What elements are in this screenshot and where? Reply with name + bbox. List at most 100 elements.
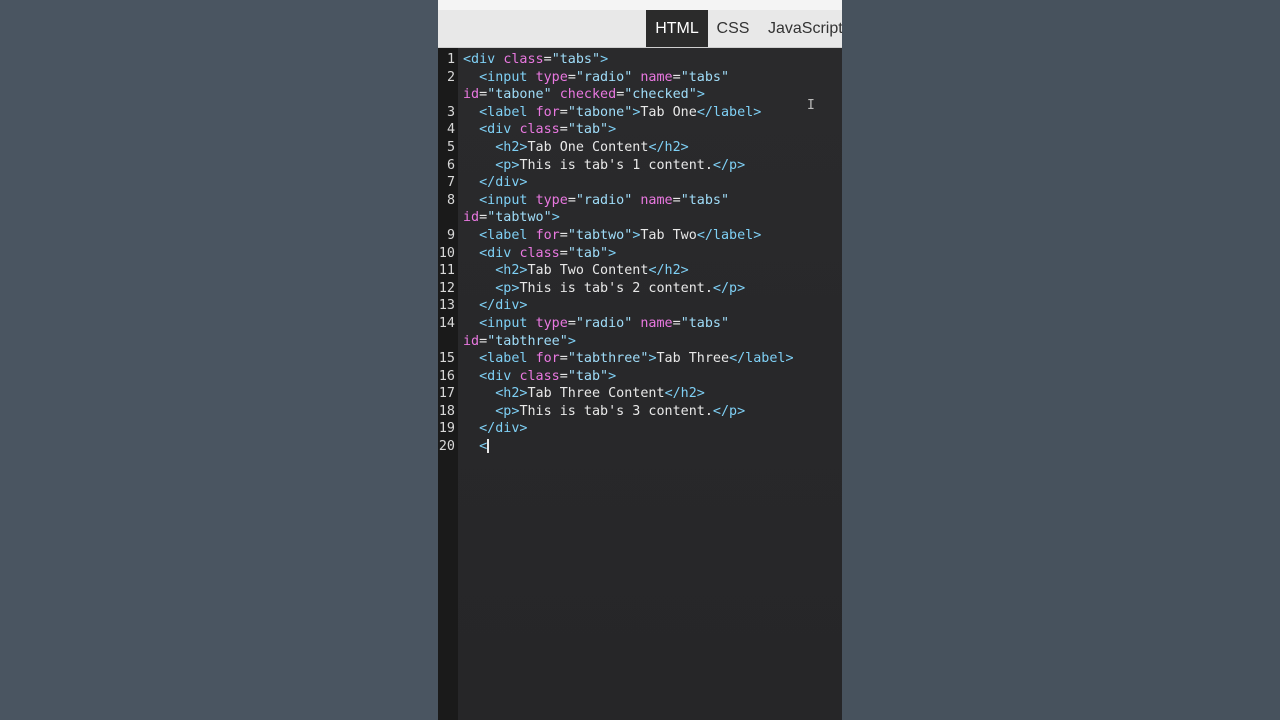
text-caret — [487, 439, 489, 454]
code-line[interactable]: id="tabone" checked="checked"> — [438, 86, 842, 104]
code-token: "tabs" — [680, 315, 730, 331]
code-token: <h2> — [495, 263, 528, 279]
code-token: = — [567, 192, 576, 208]
code-token: = — [479, 87, 488, 103]
code-token: </div> — [479, 175, 528, 191]
code-editor[interactable]: 1 <div class="tabs"> 2 <input type="radio"… — [438, 48, 842, 720]
code-line[interactable]: 3 <label for="tabone">Tab One</label> — [438, 104, 842, 122]
line-number: 3 — [446, 104, 455, 120]
code-token: This is tab's 2 content. — [519, 280, 713, 296]
code-token: <p> — [495, 403, 520, 419]
code-token: for — [535, 227, 560, 243]
code-line[interactable]: 16 <div class="tab"> — [438, 368, 842, 386]
code-line[interactable]: 9 <label for="tabtwo">Tab Two</label> — [438, 227, 842, 245]
code-token: > — [696, 87, 705, 103]
code-token: </p> — [712, 403, 746, 419]
code-line[interactable]: 13 </div> — [438, 297, 842, 315]
line-number: 1 — [446, 52, 455, 67]
code-token: "tab" — [567, 368, 609, 384]
code-text: <p>This is tab's 2 content.</p> — [463, 280, 745, 298]
code-token: = — [672, 69, 681, 85]
code-text: <input type="radio" name="tabs" — [463, 192, 729, 210]
code-token: Tab One — [640, 104, 697, 120]
code-token: name — [640, 69, 673, 85]
code-lines[interactable]: 1 <div class="tabs"> 2 <input type="radio"… — [438, 51, 842, 456]
code-line[interactable]: 7 </div> — [438, 174, 842, 192]
code-line[interactable]: id="tabtwo"> — [438, 209, 842, 227]
tab-css[interactable]: CSS — [708, 10, 758, 47]
code-token: id — [463, 210, 480, 226]
code-token: <label — [479, 104, 536, 120]
line-number: 13 — [438, 298, 455, 314]
code-token: = — [559, 368, 568, 384]
code-line[interactable]: 15 <label for="tabthree">Tab Three</labe… — [438, 350, 842, 368]
code-token: "checked" — [624, 87, 697, 103]
code-line[interactable]: id="tabthree"> — [438, 333, 842, 351]
code-token: </label> — [696, 227, 762, 243]
code-line[interactable]: 12 <p>This is tab's 2 content.</p> — [438, 280, 842, 298]
code-token: <p> — [495, 157, 520, 173]
code-token: "tab" — [567, 245, 609, 261]
tab-html[interactable]: HTML — [646, 10, 708, 47]
code-text: <input type="radio" name="tabs" — [463, 69, 729, 87]
tab-javascript[interactable]: JavaScript — [768, 10, 842, 47]
code-text: < — [463, 438, 489, 456]
code-token: > — [608, 368, 617, 384]
code-token: <div — [479, 368, 520, 384]
code-line[interactable]: 6 <p>This is tab's 1 content.</p> — [438, 157, 842, 175]
code-token: <div — [479, 245, 520, 261]
code-token: Tab Two — [640, 227, 697, 243]
line-number: 9 — [446, 227, 455, 243]
code-line[interactable]: 19 </div> — [438, 420, 842, 438]
code-token: </p> — [712, 157, 746, 173]
language-tab-bar: HTML CSS JavaScript — [438, 10, 842, 48]
code-text: <div class="tabs"> — [463, 51, 608, 69]
code-token: class — [519, 368, 560, 384]
code-line[interactable]: 1 <div class="tabs"> — [438, 51, 842, 69]
line-number: 8 — [446, 192, 455, 208]
code-line[interactable]: 8 <input type="radio" name="tabs" — [438, 192, 842, 210]
line-number: 19 — [438, 421, 455, 437]
code-line[interactable]: 17 <h2>Tab Three Content</h2> — [438, 385, 842, 403]
code-token: <p> — [495, 280, 520, 296]
code-text: </div> — [463, 297, 527, 315]
code-line[interactable]: 10 <div class="tab"> — [438, 245, 842, 263]
line-number: 12 — [438, 280, 455, 296]
top-strip — [438, 0, 842, 10]
code-line[interactable]: 14 <input type="radio" name="tabs" — [438, 315, 842, 333]
code-token: <label — [479, 227, 536, 243]
code-text: id="tabthree"> — [463, 333, 576, 351]
code-token: for — [535, 104, 560, 120]
code-text: <p>This is tab's 1 content.</p> — [463, 157, 745, 175]
code-token: "tabs" — [551, 52, 601, 67]
line-number: 5 — [446, 139, 455, 155]
code-line[interactable]: 2 <input type="radio" name="tabs" — [438, 69, 842, 87]
code-token: id — [463, 333, 480, 349]
code-line[interactable]: 11 <h2>Tab Two Content</h2> — [438, 262, 842, 280]
code-text: <input type="radio" name="tabs" — [463, 315, 729, 333]
line-number: 7 — [446, 175, 455, 191]
code-line[interactable]: 18 <p>This is tab's 3 content.</p> — [438, 403, 842, 421]
code-text: <div class="tab"> — [463, 121, 616, 139]
line-number: 2 — [446, 69, 455, 85]
code-token: <label — [479, 351, 536, 367]
code-token: Tab One Content — [527, 139, 649, 155]
line-number: 4 — [446, 122, 455, 138]
code-token: </h2> — [664, 386, 705, 402]
code-line[interactable]: 5 <h2>Tab One Content</h2> — [438, 139, 842, 157]
code-token: = — [559, 351, 568, 367]
code-line[interactable]: 20 < — [438, 438, 842, 456]
code-token: = — [672, 315, 681, 331]
code-line[interactable]: 4 <div class="tab"> — [438, 121, 842, 139]
code-token: "radio" — [575, 192, 633, 208]
background-left — [0, 0, 438, 720]
